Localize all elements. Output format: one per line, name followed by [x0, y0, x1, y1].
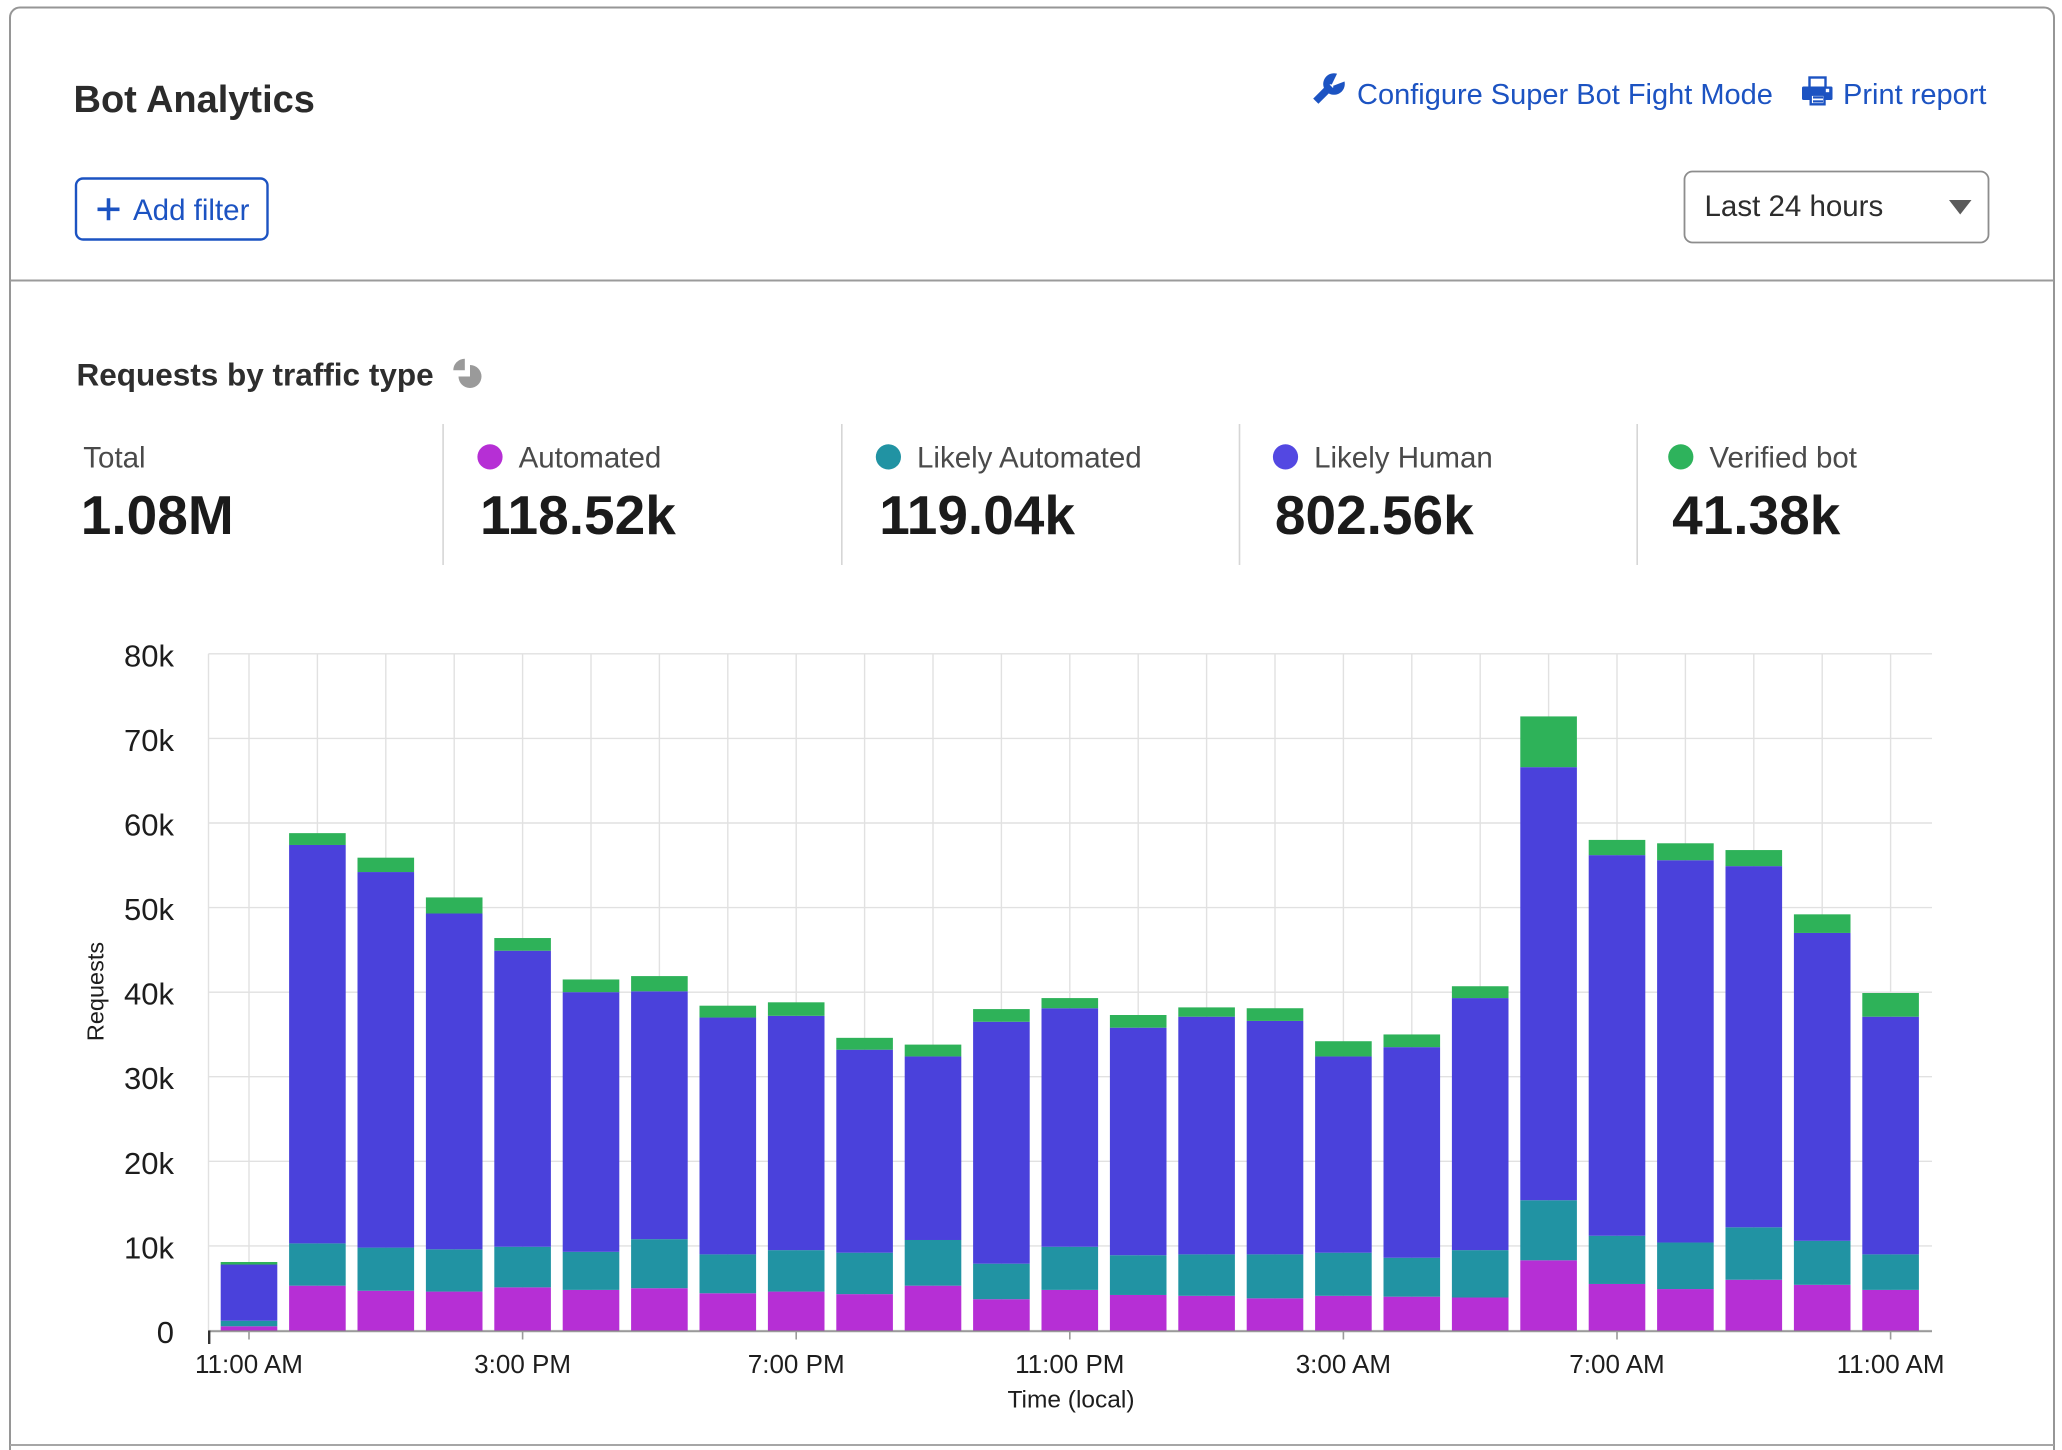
- svg-text:Configure Super Bot Fight Mode: Configure Super Bot Fight Mode: [1357, 79, 1773, 111]
- svg-text:Total: Total: [83, 442, 145, 475]
- svg-text:Likely Human: Likely Human: [1314, 442, 1493, 475]
- svg-text:7:00 AM: 7:00 AM: [1569, 1349, 1664, 1379]
- svg-text:Automated: Automated: [519, 442, 662, 475]
- svg-text:41.38k: 41.38k: [1672, 484, 1841, 546]
- svg-text:60k: 60k: [124, 808, 174, 843]
- svg-text:Last 24 hours: Last 24 hours: [1705, 190, 1884, 223]
- svg-text:Time (local): Time (local): [1007, 1387, 1134, 1414]
- svg-text:Bot Analytics: Bot Analytics: [74, 79, 315, 121]
- svg-text:802.56k: 802.56k: [1275, 484, 1474, 546]
- svg-text:0: 0: [157, 1315, 174, 1350]
- svg-text:Requests by traffic type: Requests by traffic type: [77, 357, 434, 393]
- svg-text:70k: 70k: [124, 723, 174, 758]
- svg-text:Verified bot: Verified bot: [1709, 442, 1857, 475]
- svg-text:Requests: Requests: [83, 942, 109, 1041]
- svg-text:40k: 40k: [124, 977, 174, 1012]
- svg-text:Likely Automated: Likely Automated: [917, 442, 1142, 475]
- svg-text:3:00 AM: 3:00 AM: [1296, 1349, 1391, 1379]
- svg-text:50k: 50k: [124, 892, 174, 927]
- svg-text:11:00 AM: 11:00 AM: [1837, 1349, 1945, 1379]
- svg-text:Add filter: Add filter: [133, 194, 250, 227]
- svg-text:119.04k: 119.04k: [879, 484, 1075, 546]
- svg-text:30k: 30k: [124, 1061, 174, 1096]
- svg-text:3:00 PM: 3:00 PM: [474, 1349, 571, 1379]
- svg-text:11:00 AM: 11:00 AM: [195, 1349, 303, 1379]
- svg-text:1.08M: 1.08M: [81, 484, 234, 546]
- svg-text:7:00 PM: 7:00 PM: [748, 1349, 845, 1379]
- svg-text:11:00 PM: 11:00 PM: [1015, 1349, 1124, 1379]
- svg-text:Print report: Print report: [1843, 79, 1986, 111]
- svg-text:20k: 20k: [124, 1146, 174, 1181]
- svg-text:80k: 80k: [124, 638, 174, 673]
- svg-text:10k: 10k: [124, 1230, 174, 1265]
- svg-text:118.52k: 118.52k: [480, 484, 676, 546]
